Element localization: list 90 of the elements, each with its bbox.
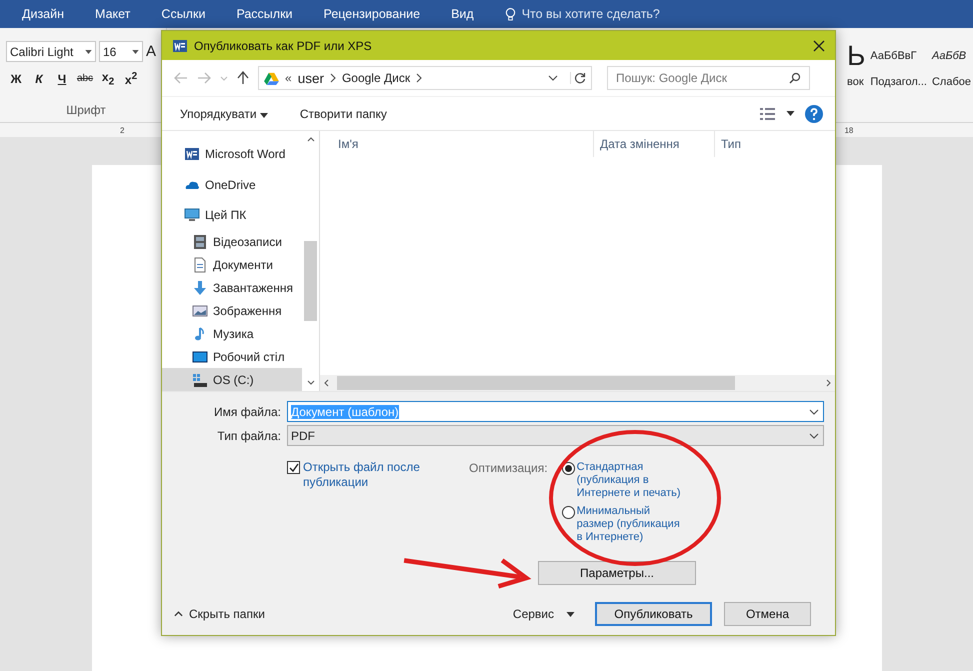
radio-button[interactable] xyxy=(562,506,575,519)
drive-icon xyxy=(264,72,279,84)
lightbulb-icon xyxy=(504,6,516,22)
format-button[interactable]: Ж xyxy=(6,72,26,86)
ribbon-tab[interactable]: Рецензирование xyxy=(324,7,420,21)
format-button[interactable]: abc xyxy=(75,73,95,84)
ribbon-tab[interactable]: Рассылки xyxy=(236,7,293,21)
nav-item[interactable]: Робочий стіл xyxy=(162,345,302,368)
checkbox-label[interactable]: Открыть файл после публикации xyxy=(303,460,438,490)
format-button[interactable]: К xyxy=(29,72,49,86)
caret-icon[interactable] xyxy=(786,111,795,116)
cancel-button[interactable]: Отмена xyxy=(724,602,811,626)
nav-item[interactable]: Музика xyxy=(162,322,302,346)
column-header[interactable]: Ім'я xyxy=(320,131,594,157)
pc-icon xyxy=(184,207,200,224)
caret-icon xyxy=(132,50,139,54)
up-icon[interactable] xyxy=(237,71,249,85)
nav-item[interactable]: Зображення xyxy=(162,299,302,322)
nav-item[interactable]: Microsoft Word xyxy=(162,139,302,170)
style-gallery-item[interactable]: Ь вок xyxy=(847,40,866,122)
style-gallery-item[interactable]: АаБбВ Слабое xyxy=(932,40,971,122)
tools-button[interactable]: Сервис xyxy=(512,607,575,621)
publish-button[interactable]: Опубликовать xyxy=(595,602,712,626)
options-button[interactable]: Параметры... xyxy=(538,561,696,585)
breadcrumb[interactable]: Google Диск xyxy=(342,71,410,85)
grow-font-button[interactable]: A xyxy=(146,43,156,60)
file-type-dropdown[interactable]: PDF xyxy=(287,425,824,446)
help-icon[interactable] xyxy=(805,104,823,122)
checkbox[interactable] xyxy=(287,461,300,474)
chevron-icon[interactable] xyxy=(330,73,336,83)
word-icon xyxy=(184,146,200,162)
ruler-label: 2 xyxy=(120,126,124,134)
scroll-left-icon[interactable] xyxy=(324,379,329,387)
word-icon xyxy=(172,38,188,54)
image-icon xyxy=(192,302,208,319)
drive-icon xyxy=(192,372,208,388)
nav-item[interactable]: OS (C:) xyxy=(162,368,302,391)
format-button[interactable]: Ч xyxy=(52,72,72,86)
caret-icon xyxy=(566,612,575,616)
doc-icon xyxy=(192,257,208,273)
dropdown-icon[interactable] xyxy=(548,75,558,81)
scroll-up-icon[interactable] xyxy=(306,137,314,142)
search-field[interactable]: Пошук: Google Диск xyxy=(607,66,810,90)
group-label: Шрифт xyxy=(66,103,106,118)
radio-label[interactable]: Минимальный размер (публикация в Интернете) xyxy=(576,505,689,544)
address-bar[interactable]: « user Google Диск xyxy=(258,66,592,90)
organize-button[interactable]: Упорядкувати xyxy=(180,106,268,120)
ribbon-tab[interactable]: Дизайн xyxy=(22,7,64,21)
ribbon-tab[interactable]: Вид xyxy=(451,7,474,21)
caret-icon xyxy=(260,112,268,118)
dropdown-icon xyxy=(809,432,819,438)
ribbon-tab[interactable]: Макет xyxy=(95,7,130,21)
column-header[interactable]: Дата змінення xyxy=(594,131,715,157)
nav-item[interactable]: Документи xyxy=(162,254,302,276)
video-icon xyxy=(192,234,208,250)
radio-label[interactable]: Стандартная (публикация в Интернете и печать) xyxy=(576,461,689,500)
nav-item[interactable]: Цей ПК xyxy=(162,200,302,231)
tell-me-field[interactable]: Что вы хотите сделать? xyxy=(522,7,660,21)
nav-item[interactable]: OneDrive xyxy=(162,170,302,200)
chevron-icon[interactable] xyxy=(416,73,422,83)
style-gallery-item[interactable]: АаБбВвГ Подзагол... xyxy=(870,40,927,122)
scrollbar-thumb[interactable] xyxy=(304,241,317,321)
ruler-label: 18 xyxy=(844,126,854,134)
nav-item[interactable]: Відеозаписи xyxy=(162,230,302,254)
field-label: Тип файла: xyxy=(216,428,282,442)
format-button[interactable]: x$^{2}$ xyxy=(121,70,141,87)
search-icon xyxy=(789,72,801,84)
nav-item[interactable]: Завантаження xyxy=(162,276,302,300)
desktop-icon xyxy=(192,348,208,365)
column-header[interactable]: Тип xyxy=(715,131,835,157)
breadcrumb[interactable]: user xyxy=(298,70,324,86)
download-icon xyxy=(192,280,208,296)
window-title: Опубликовать как PDF или XPS xyxy=(194,38,372,52)
new-folder-button[interactable]: Створити папку xyxy=(300,106,387,120)
refresh-icon[interactable] xyxy=(570,72,586,84)
field-label: Имя файла: xyxy=(213,404,282,418)
ribbon-tab[interactable]: Ссылки xyxy=(161,7,206,21)
scroll-right-icon[interactable] xyxy=(826,379,831,387)
caret-icon xyxy=(85,50,92,54)
scroll-down-icon[interactable] xyxy=(306,380,314,385)
view-icon[interactable] xyxy=(760,108,776,120)
optimization-label: Оптимизация: xyxy=(469,461,548,477)
close-icon[interactable] xyxy=(813,40,825,52)
font-name-dropdown[interactable]: Calibri Light xyxy=(6,41,96,62)
dropdown-icon[interactable] xyxy=(809,408,819,414)
font-size-dropdown[interactable]: 16 xyxy=(99,41,143,62)
scrollbar[interactable] xyxy=(320,375,835,391)
chevron-icon xyxy=(174,611,183,617)
hide-folders-button[interactable]: Скрыть папки xyxy=(174,607,265,621)
format-button[interactable]: x$_{2}$ xyxy=(98,70,118,88)
